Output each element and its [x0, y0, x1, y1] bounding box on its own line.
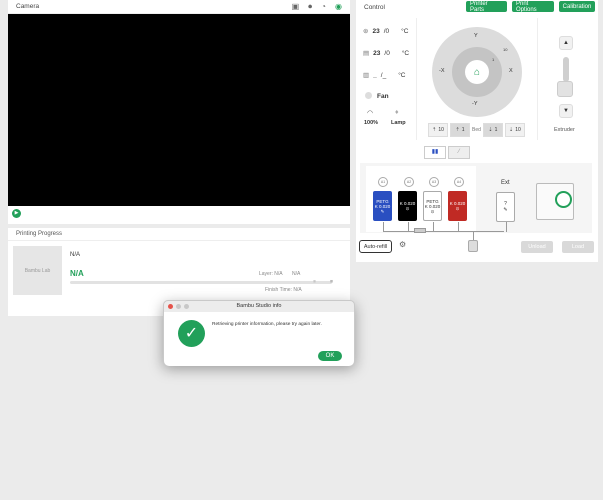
ams-slot-a1[interactable]: PETG K 0.020 ✎ [373, 191, 392, 221]
progress-title: Printing Progress [16, 231, 63, 237]
ams-tab-1[interactable]: ▮▮ [424, 146, 446, 159]
ams-slot-a2[interactable]: K 0.020 ⊙ [398, 191, 417, 221]
nozzle-temp[interactable]: ⊛ 23 /0 °C [363, 27, 409, 36]
record-icon[interactable]: ⏺ [308, 2, 312, 12]
progress-percent: N/A [70, 269, 84, 278]
nozzle-temp-value: 23 [372, 27, 380, 35]
jog-neg-x[interactable]: -X [439, 68, 445, 74]
bed-down-10-button[interactable]: ⇣ 10 [504, 123, 525, 137]
chamber-temp[interactable]: ▥ _ /_ °C [363, 71, 406, 80]
ams-settings-icon[interactable]: ⚙ [399, 240, 406, 249]
ams-slot-a4[interactable]: K 0.020 ⊙ [448, 191, 467, 221]
jog-step-1[interactable]: 1 [492, 57, 494, 62]
load-button[interactable]: Load [562, 241, 594, 253]
jog-control[interactable]: ⌂ Y -Y X -X 10 1 [432, 27, 522, 117]
play-icon[interactable]: ▶ [12, 209, 21, 218]
home-icon[interactable]: ⌂ [465, 60, 489, 84]
speed-icon[interactable]: ◠ [367, 109, 373, 117]
bed-up-10-button[interactable]: ⇡ 10 [428, 123, 448, 137]
progress-header: Printing Progress [8, 228, 350, 241]
slot-a1-label: A1 [378, 177, 388, 187]
fan-label[interactable]: Fan [377, 93, 389, 100]
finish-time: Finish Time: N/A [265, 287, 302, 293]
ok-button[interactable]: OK [318, 351, 342, 361]
minimize-icon[interactable] [176, 304, 181, 309]
nozzle-temp-target: /0 [383, 27, 390, 35]
toolhead-icon [468, 240, 478, 252]
stop-icon[interactable]: ⏹ [330, 279, 333, 286]
slot-a2-label: A2 [404, 177, 414, 187]
pause-icon[interactable]: ⏸ [313, 279, 316, 286]
fan-icon [365, 92, 372, 99]
nozzle-icon: ⊛ [363, 28, 369, 35]
ext-label: Ext [501, 180, 510, 186]
task-name: N/A [70, 252, 81, 258]
ams-slot-a3[interactable]: PETG K 0.020 ⊙ [423, 191, 442, 221]
extruder-label: Extruder [554, 127, 575, 133]
speed-value: 100% [364, 120, 379, 126]
success-check-icon: ✓ [178, 320, 205, 347]
dialog-title: Bambu Studio info [236, 303, 282, 309]
print-options-button[interactable]: Print Options [512, 1, 554, 13]
auto-refill-button[interactable]: Auto-refill [359, 240, 392, 253]
unload-button[interactable]: Unload [521, 241, 553, 253]
bed-label: Bed [472, 127, 481, 133]
chamber-temp-value: _ [373, 71, 377, 79]
slot-a4-label: A4 [454, 177, 464, 187]
bed-icon: ▤ [363, 50, 370, 57]
bed-temp-unit: °C [401, 49, 410, 57]
ams-tab-ext[interactable]: ⁄ [448, 146, 470, 159]
printer-parts-button[interactable]: Printer Parts [466, 1, 507, 13]
ams-hub-icon [414, 228, 426, 233]
jog-y[interactable]: Y [474, 33, 478, 39]
layer-extra: N/A [292, 271, 301, 277]
extruder-icon [557, 81, 573, 97]
camera-video [8, 14, 350, 206]
layer-label: Layer: N/A [259, 271, 283, 277]
chamber-temp-unit: °C [398, 71, 406, 79]
extruder-down-button[interactable]: ▼ [559, 104, 573, 118]
jog-x[interactable]: X [509, 68, 513, 74]
jog-step-10[interactable]: 10 [503, 47, 507, 52]
lamp-label: Lamp [391, 120, 406, 126]
sd-card-icon[interactable]: ▣ [292, 2, 300, 12]
dialog-message: Retrieving printer information, please t… [212, 322, 322, 327]
extruder-indicator [563, 57, 569, 82]
ext-spool-slot[interactable]: ? ✎ [496, 192, 515, 222]
print-thumbnail: Bambu Lab [13, 246, 62, 295]
bed-temp[interactable]: ▤ 23 /0 °C [363, 49, 410, 58]
timelapse-icon[interactable]: ◔ [321, 2, 326, 12]
thumbnail-logo: Bambu Lab [24, 267, 51, 274]
extruder-up-button[interactable]: ▲ [559, 36, 573, 50]
chamber-icon: ▥ [363, 72, 370, 79]
jog-neg-y[interactable]: -Y [472, 101, 478, 107]
bed-temp-target: /0 [384, 49, 390, 57]
ams-spool-icon [555, 191, 572, 208]
camera-on-icon[interactable]: ◉ [335, 2, 342, 12]
lamp-icon[interactable]: ♦ [395, 109, 399, 116]
info-dialog: Bambu Studio info ✓ Retrieving printer i… [163, 300, 355, 366]
nozzle-temp-unit: °C [401, 27, 409, 35]
control-title: Control [364, 3, 385, 11]
dialog-titlebar: Bambu Studio info [164, 301, 354, 312]
progress-bar [70, 281, 332, 284]
close-icon[interactable] [168, 304, 173, 309]
calibration-button[interactable]: Calibration [559, 1, 595, 12]
bed-controls: ⇡ 10 ⇡ 1 Bed ⇣ 1 ⇣ 10 [428, 123, 525, 137]
camera-title: Camera [16, 3, 40, 10]
maximize-icon[interactable] [184, 304, 189, 309]
bed-up-1-button[interactable]: ⇡ 1 [450, 123, 470, 137]
chamber-temp-target: /_ [380, 71, 387, 79]
bed-down-1-button[interactable]: ⇣ 1 [482, 123, 503, 137]
bed-temp-value: 23 [373, 49, 381, 57]
slot-a3-label: A3 [429, 177, 439, 187]
